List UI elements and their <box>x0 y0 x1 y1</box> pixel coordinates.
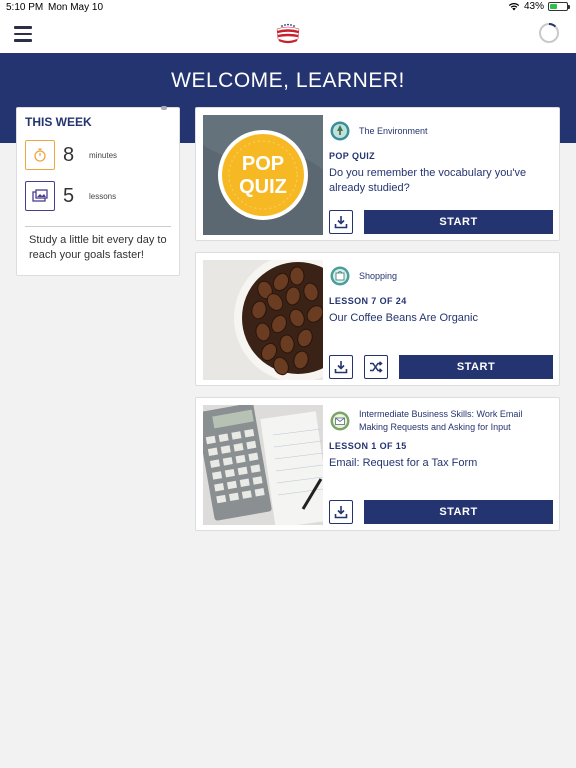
this-week-panel: THIS WEEK 8 minutes 5 lessons Study a li… <box>16 106 180 276</box>
lesson-card[interactable]: POP QUIZ The Environment POP QUIZ Do you… <box>195 107 560 241</box>
minutes-unit: minutes <box>89 150 118 160</box>
progress-ring-icon[interactable] <box>538 22 560 44</box>
scroll-indicator <box>161 106 167 110</box>
lessons-unit: lessons <box>89 191 117 201</box>
app-header <box>0 16 576 53</box>
download-icon <box>334 506 348 519</box>
status-date: Mon May 10 <box>48 2 104 13</box>
environment-icon <box>330 121 350 141</box>
start-button[interactable]: START <box>364 500 553 524</box>
stopwatch-icon <box>25 140 55 170</box>
download-button[interactable] <box>329 210 353 234</box>
download-icon <box>334 216 348 229</box>
lesson-card[interactable]: Shopping LESSON 7 OF 24 Our Coffee Beans… <box>195 252 560 386</box>
lesson-title: Email: Request for a Tax Form <box>329 457 478 469</box>
study-tip: Study a little bit every day to reach yo… <box>29 234 167 261</box>
status-bar: 5:10 PM Mon May 10 43% <box>0 0 576 16</box>
lesson-label: LESSON 7 OF 24 <box>329 296 407 306</box>
lesson-label: LESSON 1 OF 15 <box>329 441 407 451</box>
coffee-beans-photo <box>203 260 323 380</box>
divider <box>25 226 171 227</box>
lesson-card[interactable]: Intermediate Business Skills: Work Email… <box>195 397 560 531</box>
status-time: 5:10 PM <box>6 2 44 13</box>
category-label: Shopping <box>359 271 398 281</box>
battery-icon <box>548 2 570 11</box>
shuffle-button[interactable] <box>364 355 388 379</box>
start-button[interactable]: START <box>364 210 553 234</box>
pop-quiz-badge: POP QUIZ <box>203 115 323 235</box>
start-button[interactable]: START <box>399 355 553 379</box>
quiz-text: QUIZ <box>239 176 287 198</box>
shopping-icon <box>330 266 350 286</box>
business-email-icon <box>330 411 350 431</box>
pop-text: POP <box>242 153 284 175</box>
lessons-stat: 5 lessons <box>25 181 116 211</box>
category-label: The Environment <box>359 126 428 136</box>
minutes-stat: 8 minutes <box>25 140 117 170</box>
battery-percent: 43% <box>523 1 544 12</box>
download-button[interactable] <box>329 500 353 524</box>
menu-icon[interactable] <box>14 26 32 42</box>
lessons-value: 5 <box>63 184 75 207</box>
lesson-title: Do you remember the vocabulary you've al… <box>329 167 527 194</box>
minutes-value: 8 <box>63 143 75 166</box>
wifi-icon <box>508 2 520 11</box>
welcome-title: WELCOME, LEARNER! <box>171 69 405 92</box>
lessons-icon <box>25 181 55 211</box>
flag-logo <box>276 23 300 44</box>
this-week-title: THIS WEEK <box>25 115 92 129</box>
category-label: Intermediate Business Skills: Work Email… <box>359 409 523 432</box>
download-icon <box>334 361 348 374</box>
lesson-title: Our Coffee Beans Are Organic <box>329 312 478 324</box>
shuffle-icon <box>370 361 383 373</box>
download-button[interactable] <box>329 355 353 379</box>
lesson-label: POP QUIZ <box>329 151 376 161</box>
calculator-photo <box>203 405 323 525</box>
status-right: 43% <box>508 1 570 12</box>
